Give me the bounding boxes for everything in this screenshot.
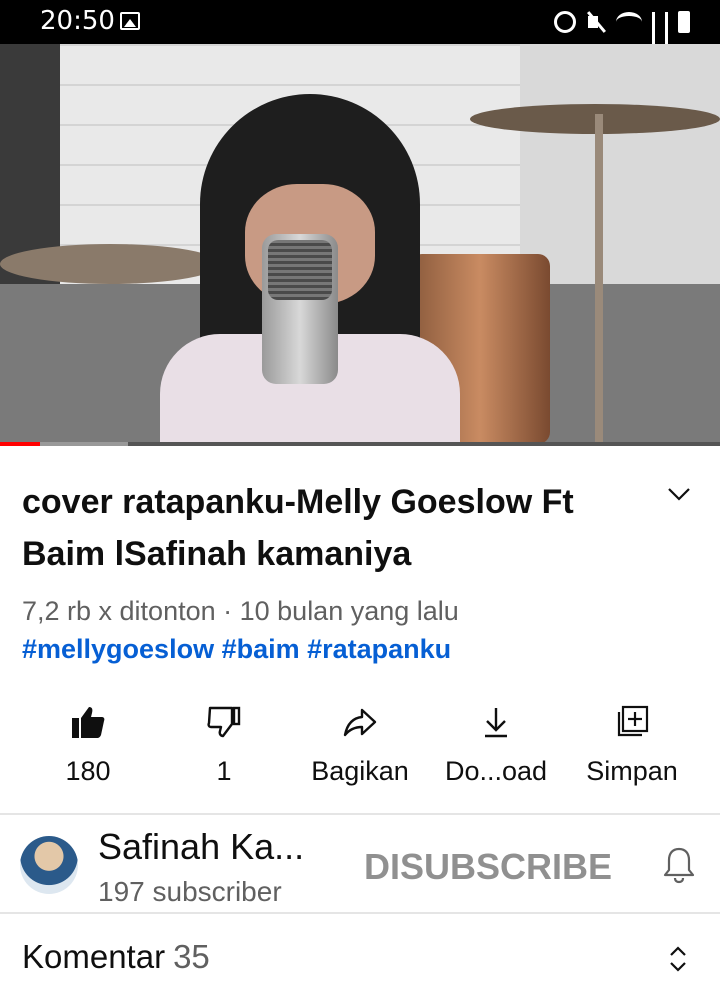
battery-icon <box>678 11 690 33</box>
add-to-playlist-icon <box>617 705 649 737</box>
divider <box>0 813 720 815</box>
video-title[interactable]: cover ratapanku-Melly Goeslow Ft Baim lS… <box>22 476 642 580</box>
bell-icon[interactable] <box>662 846 696 884</box>
like-button[interactable]: 180 <box>38 700 138 810</box>
video-hashtags[interactable]: #mellygoeslow #baim #ratapanku <box>22 634 451 665</box>
action-bar: 180 1 Bagikan Do...oad Simpan <box>0 700 720 810</box>
download-label: Do...oad <box>444 756 548 786</box>
comments-label: Komentar <box>22 938 166 975</box>
status-icons <box>554 8 690 63</box>
share-label: Bagikan <box>311 756 409 786</box>
image-icon <box>120 12 140 30</box>
chevron-down-icon[interactable] <box>666 480 692 506</box>
dislike-count: 1 <box>216 756 232 786</box>
download-icon <box>485 708 507 738</box>
comments-header[interactable]: Komentar 35 <box>22 938 210 976</box>
thumbs-up-icon <box>72 707 105 738</box>
share-icon <box>343 708 377 737</box>
divider <box>0 912 720 914</box>
download-button[interactable]: Do...oad <box>436 700 556 810</box>
like-count: 180 <box>65 756 111 786</box>
dislike-button[interactable]: 1 <box>174 700 274 810</box>
channel-name[interactable]: Safinah Ka... <box>98 826 304 868</box>
mute-icon <box>586 11 606 33</box>
signal-icon <box>665 12 668 63</box>
video-progress-bar[interactable] <box>0 442 720 446</box>
progress-buffered <box>39 442 129 446</box>
subscriber-count: 197 subscriber <box>98 876 282 907</box>
status-bar: 20:50 <box>0 0 720 63</box>
save-button[interactable]: Simpan <box>572 700 692 810</box>
status-time: 20:50 <box>40 6 115 36</box>
wifi-icon <box>616 12 642 32</box>
share-button[interactable]: Bagikan <box>300 700 420 810</box>
channel-avatar[interactable] <box>20 836 78 894</box>
video-player[interactable] <box>0 44 720 446</box>
microphone-grille <box>268 240 332 300</box>
progress-played <box>0 442 40 446</box>
unfold-icon[interactable] <box>666 944 690 974</box>
save-label: Simpan <box>586 756 678 786</box>
subscribed-button[interactable]: DISUBSCRIBE <box>364 846 612 888</box>
signal-icon <box>652 12 655 63</box>
thumbs-down-icon <box>207 706 241 738</box>
cymbal-stand <box>595 114 603 444</box>
comments-count: 35 <box>173 938 210 975</box>
alarm-icon <box>554 11 576 33</box>
cymbal <box>0 244 220 284</box>
video-meta: 7,2 rb x ditonton · 10 bulan yang lalu <box>22 596 459 626</box>
